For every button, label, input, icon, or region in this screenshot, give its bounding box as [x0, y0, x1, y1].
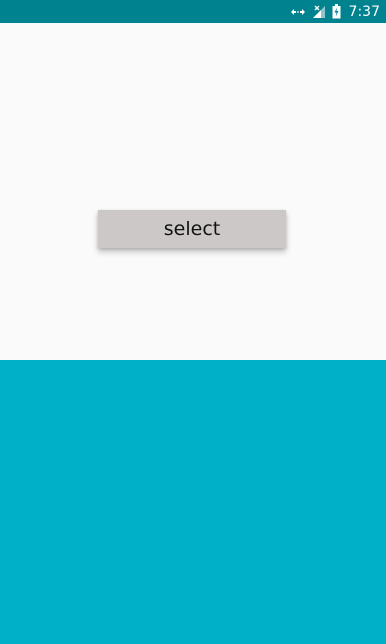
signal-no-service-icon — [312, 4, 326, 20]
battery-charging-icon — [332, 4, 341, 20]
data-transfer-icon — [290, 4, 306, 20]
status-time: 7:37 — [348, 3, 380, 20]
select-button[interactable]: select — [98, 210, 286, 248]
top-panel: select — [0, 23, 386, 360]
status-bar: 7:37 — [0, 0, 386, 23]
app-screen: 7:37 select — [0, 0, 386, 644]
bottom-panel — [0, 360, 386, 644]
